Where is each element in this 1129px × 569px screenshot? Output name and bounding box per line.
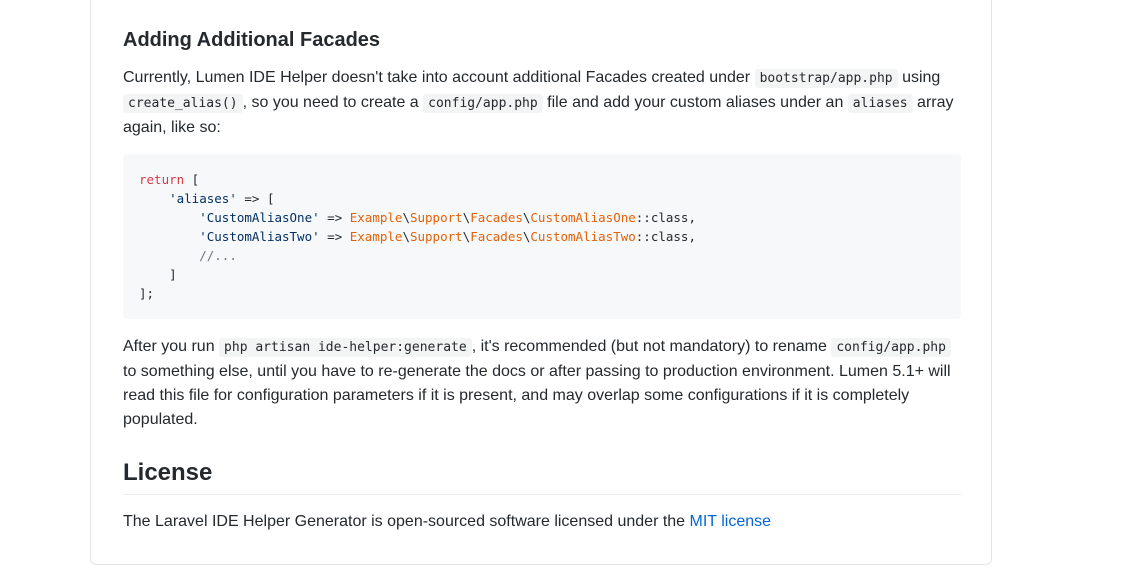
- code-class: Support: [409, 210, 463, 225]
- code-text: =>: [319, 210, 350, 225]
- inline-code: aliases: [847, 94, 913, 113]
- code-text: [: [184, 172, 200, 187]
- license-paragraph: The Laravel IDE Helper Generator is open…: [123, 510, 961, 534]
- readme-card: Adding Additional Facades Currently, Lum…: [90, 0, 992, 565]
- text: to something else, until you have to re-…: [123, 363, 951, 428]
- code-pre: return [ 'aliases' => [ 'CustomAliasOne'…: [139, 170, 945, 303]
- text: , so you need to create a: [242, 94, 424, 111]
- code-sep: \: [402, 229, 410, 244]
- code-block[interactable]: return [ 'aliases' => [ 'CustomAliasOne'…: [123, 154, 961, 319]
- text: file and add your custom aliases under a…: [542, 94, 848, 111]
- code-string: 'CustomAliasTwo': [199, 229, 320, 244]
- section-heading: Adding Additional Facades: [123, 29, 381, 51]
- inline-code: config/app.php: [423, 94, 543, 113]
- text: using: [897, 69, 941, 86]
- code-class: Example: [349, 229, 403, 244]
- code-text: ]: [169, 267, 177, 282]
- code-comment: //...: [199, 248, 237, 263]
- code-text: ];: [139, 286, 155, 301]
- code-text: => [: [236, 191, 275, 206]
- code-class: Facades: [470, 210, 523, 225]
- code-class: Support: [409, 229, 463, 244]
- inline-code: config/app.php: [831, 338, 951, 357]
- intro-paragraph: Currently, Lumen IDE Helper doesn't take…: [123, 66, 961, 140]
- code-string: 'CustomAliasOne': [199, 210, 320, 225]
- code-keyword: return: [139, 172, 185, 187]
- license-heading: License: [123, 458, 961, 495]
- code-string: 'aliases': [169, 191, 237, 206]
- code-text: =>: [319, 229, 350, 244]
- text: Currently, Lumen IDE Helper doesn't take…: [123, 69, 755, 86]
- code-class: CustomAliasTwo: [530, 229, 636, 244]
- after-run-paragraph: After you run php artisan ide-helper:gen…: [123, 335, 961, 432]
- code-sep: \: [402, 210, 410, 225]
- text: After you run: [123, 338, 220, 355]
- text: , it's recommended (but not mandatory) t…: [471, 338, 832, 355]
- inline-code: bootstrap/app.php: [754, 69, 898, 88]
- inline-code: php artisan ide-helper:generate: [219, 338, 472, 357]
- text: The Laravel IDE Helper Generator is open…: [123, 513, 690, 530]
- code-class: Example: [349, 210, 403, 225]
- code-text: ::class,: [635, 229, 696, 244]
- code-class: CustomAliasOne: [530, 210, 636, 225]
- code-class: Facades: [470, 229, 523, 244]
- mit-license-link[interactable]: MIT license: [690, 513, 772, 530]
- code-text: ::class,: [635, 210, 696, 225]
- inline-code: create_alias(): [123, 94, 243, 113]
